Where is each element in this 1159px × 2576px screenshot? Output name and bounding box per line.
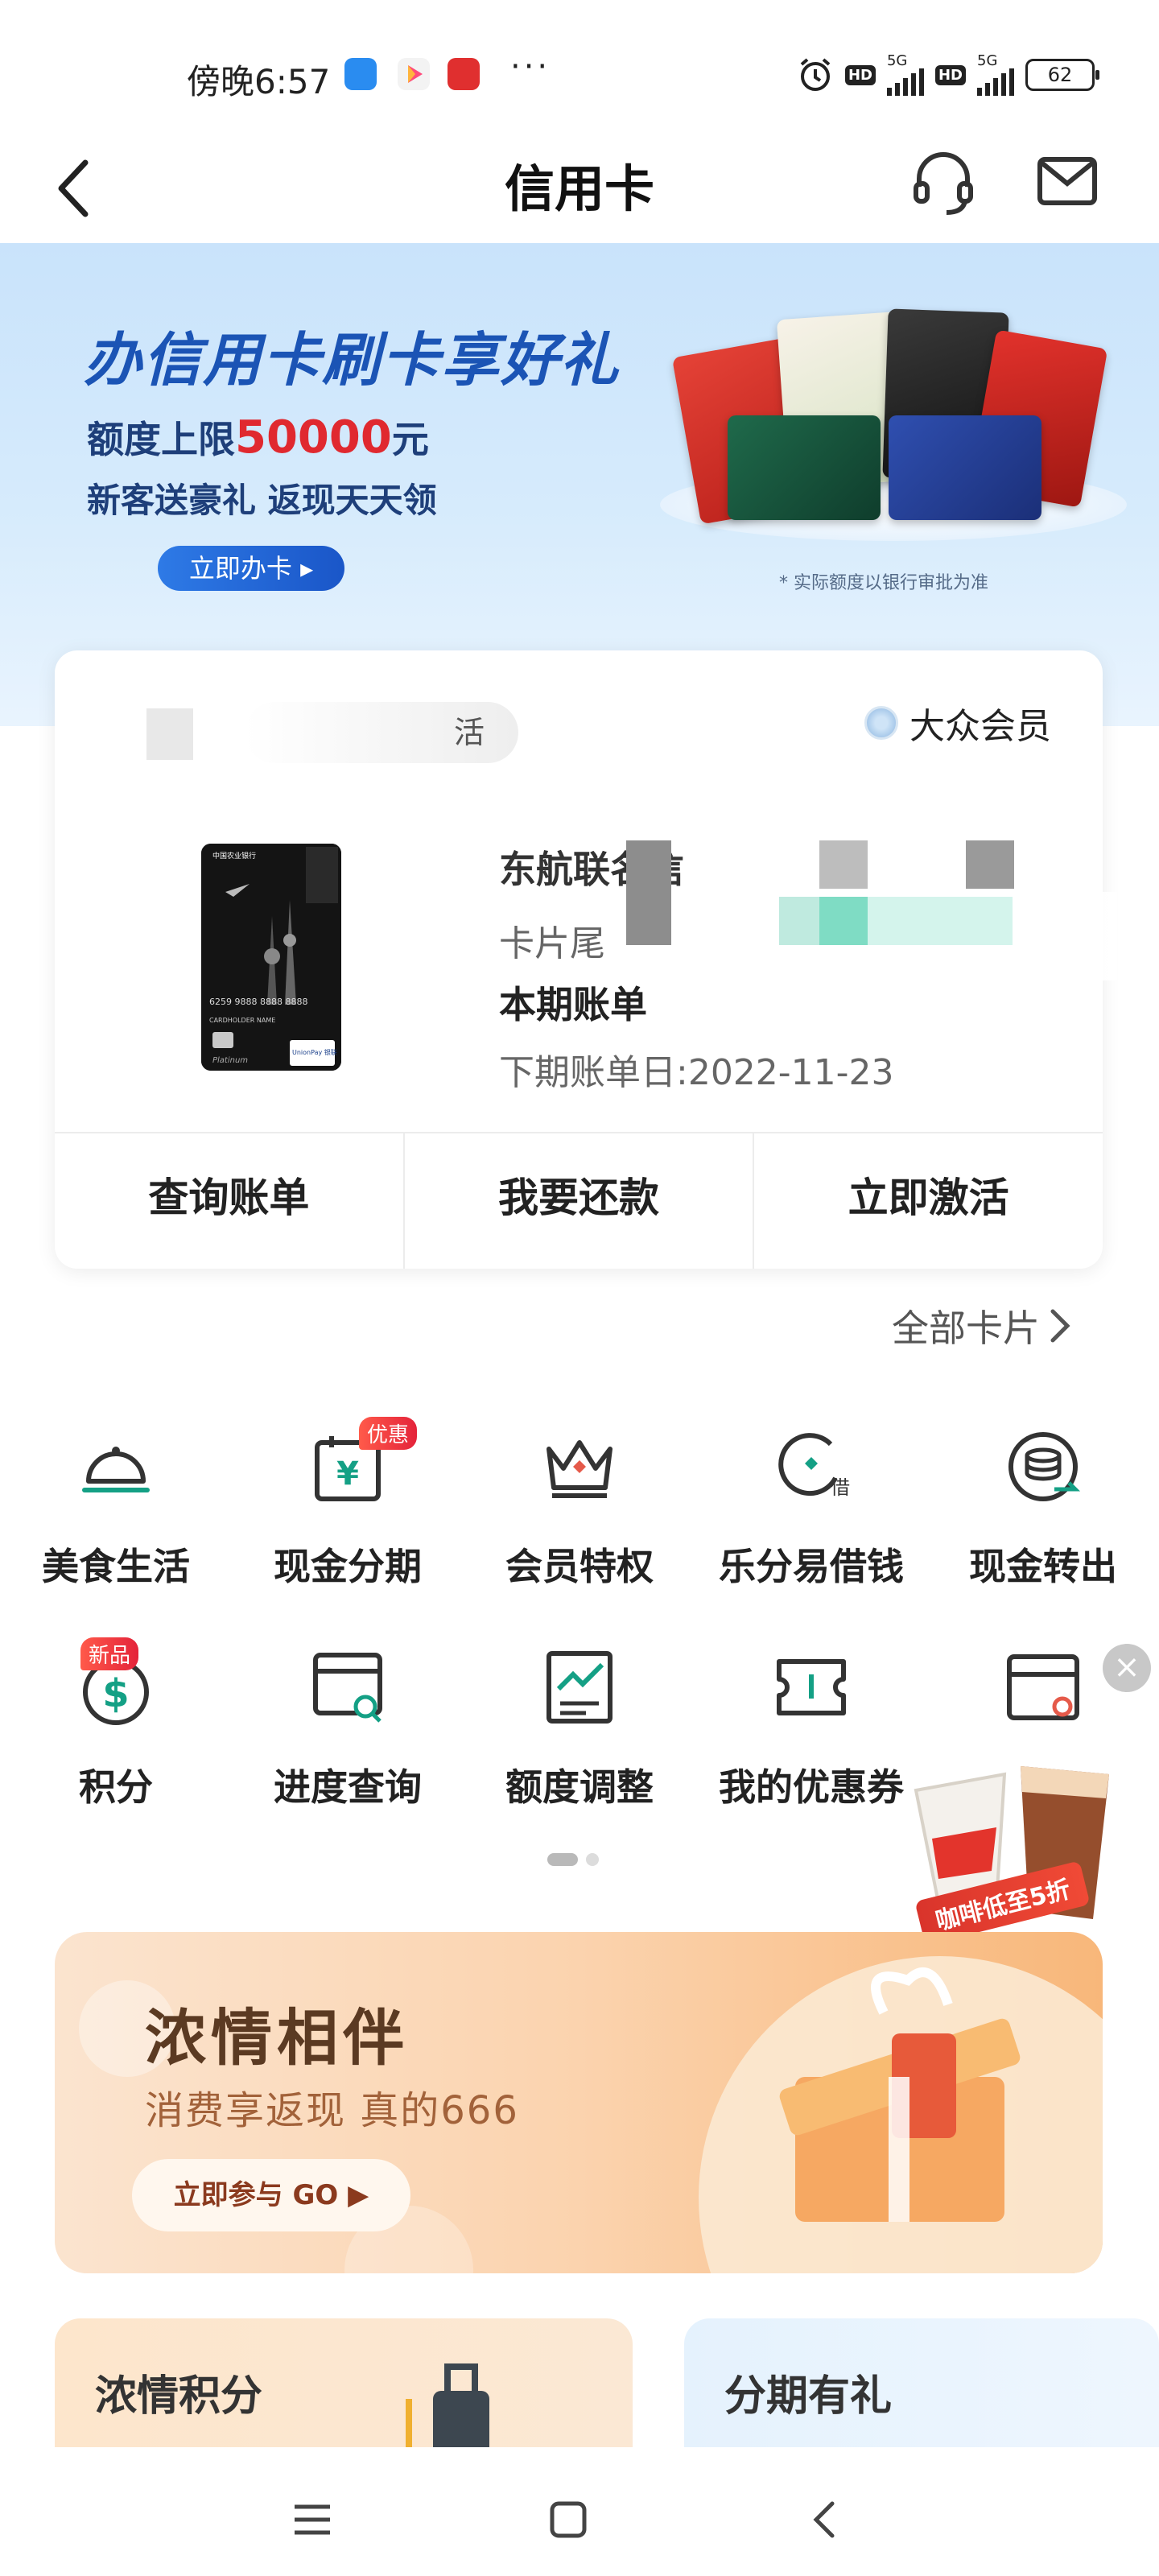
credit-card-image[interactable]: 中国农业银行 6259 9888 8888 8888 CARDHOLDER NA… bbox=[201, 844, 341, 1071]
video-app-icon bbox=[398, 58, 430, 90]
service-progress-query[interactable]: 进度查询 bbox=[232, 1642, 464, 1860]
diamond-icon bbox=[864, 706, 898, 740]
back-icon[interactable] bbox=[802, 2496, 850, 2544]
account-card: 活 大众会员 中国农业银行 6259 9888 8888 8888 CARDHO… bbox=[55, 650, 1117, 1269]
signal-2: 5G bbox=[977, 54, 1014, 96]
service-my-coupons[interactable]: 我的优惠券 bbox=[695, 1642, 927, 1860]
signal-bars-icon bbox=[886, 68, 924, 96]
svg-text:Platinum: Platinum bbox=[212, 1056, 248, 1065]
banner-limit: 额度上限50000元 bbox=[87, 411, 429, 464]
luggage-icon bbox=[406, 2363, 489, 2447]
card-tail-number: 卡片尾 bbox=[499, 923, 605, 964]
current-bill: 本期账单 bbox=[499, 983, 647, 1026]
mail-icon[interactable] bbox=[1035, 151, 1099, 211]
page-title: 信用卡 bbox=[504, 159, 654, 218]
next-bill-date: 下期账单日:2022-11-23 bbox=[499, 1052, 894, 1093]
query-bill-button[interactable]: 查询账单 bbox=[55, 1133, 403, 1269]
customer-service-icon[interactable] bbox=[909, 148, 977, 216]
account-actions: 查询账单 我要还款 立即激活 bbox=[55, 1132, 1103, 1269]
news-app-icon bbox=[448, 58, 480, 90]
svg-text:UnionPay 银联: UnionPay 银联 bbox=[292, 1048, 337, 1056]
loan-icon: 借 bbox=[778, 1433, 850, 1499]
promo-card[interactable]: 浓情相伴 消费享返现 真的666 立即参与 GO ▶ bbox=[55, 1932, 1103, 2273]
signal-1: 5G bbox=[886, 54, 924, 96]
coupon-icon bbox=[777, 1659, 846, 1715]
service-limit-adjust[interactable]: 额度调整 bbox=[464, 1642, 695, 1860]
page-dot-active bbox=[547, 1853, 578, 1866]
privacy-mosaic bbox=[626, 840, 671, 945]
promo-title: 浓情相伴 bbox=[145, 2002, 409, 2074]
status-right: HD 5G HD 5G 62 bbox=[797, 54, 1099, 96]
points-mini-card[interactable]: 浓情积分 bbox=[55, 2318, 633, 2447]
limit-adjust-icon bbox=[547, 1651, 612, 1724]
new-product-badge: 新品 bbox=[80, 1637, 139, 1670]
cloud-app-icon bbox=[344, 58, 377, 90]
progress-search-icon bbox=[313, 1653, 382, 1723]
page-indicator bbox=[547, 1853, 599, 1866]
page-dot bbox=[586, 1853, 599, 1866]
privacy-mosaic bbox=[819, 897, 868, 945]
banner-subtitle: 新客送豪礼 返现天天领 bbox=[87, 481, 437, 520]
mini-card-title: 浓情积分 bbox=[95, 2372, 263, 2421]
service-cash-transfer[interactable]: 现金转出 bbox=[927, 1422, 1159, 1639]
coins-transfer-icon bbox=[1008, 1432, 1081, 1501]
crown-icon bbox=[547, 1440, 612, 1498]
privacy-mosaic bbox=[819, 840, 868, 889]
svg-text:$: $ bbox=[102, 1671, 129, 1716]
service-easy-loan[interactable]: 借 乐分易借钱 bbox=[695, 1422, 927, 1639]
member-level-label: 大众会员 bbox=[909, 706, 1051, 747]
svg-text:6259 9888 8888 8888: 6259 9888 8888 8888 bbox=[209, 997, 307, 1007]
svg-text:借: 借 bbox=[831, 1476, 850, 1499]
installment-mini-card[interactable]: 分期有礼 bbox=[684, 2318, 1159, 2447]
alarm-icon bbox=[800, 58, 831, 91]
status-more: ··· bbox=[510, 48, 551, 85]
privacy-mosaic bbox=[868, 897, 1013, 945]
service-grid-row-1: 美食生活 ¥ 优惠 现金分期 会员特权 借 乐分易借钱 现金转出 bbox=[0, 1417, 1159, 1639]
all-cards-label: 全部卡片 bbox=[892, 1307, 1040, 1350]
svg-text:中国农业银行: 中国农业银行 bbox=[212, 851, 256, 861]
close-ad-button[interactable]: × bbox=[1103, 1644, 1151, 1692]
card-status-chip[interactable]: 活 bbox=[245, 702, 518, 763]
status-bar: 傍晚6:57 ··· HD 5G HD 5G 62 bbox=[0, 0, 1159, 121]
chevron-right-icon bbox=[1050, 1309, 1070, 1343]
hd-badge-1: HD bbox=[844, 64, 876, 85]
service-food-life[interactable]: 美食生活 bbox=[0, 1422, 232, 1639]
promo-subtitle: 消费享返现 真的666 bbox=[145, 2088, 519, 2133]
nav-bar: 信用卡 bbox=[0, 121, 1159, 242]
signal-bars-icon bbox=[977, 68, 1014, 96]
privacy-mosaic bbox=[966, 840, 1014, 889]
svg-text:CARDHOLDER NAME: CARDHOLDER NAME bbox=[209, 1017, 275, 1024]
service-cash-installment[interactable]: ¥ 优惠 现金分期 bbox=[232, 1417, 464, 1639]
battery-indicator: 62 bbox=[1025, 59, 1099, 91]
all-cards-link[interactable]: 全部卡片 bbox=[892, 1299, 1072, 1352]
status-time: 傍晚6:57 bbox=[187, 62, 331, 101]
activate-button[interactable]: 立即激活 bbox=[753, 1133, 1103, 1269]
member-level[interactable]: 大众会员 bbox=[864, 697, 1051, 749]
banner-note: * 实际额度以银行审批为准 bbox=[779, 573, 988, 593]
masked-name bbox=[146, 708, 193, 760]
menu-icon[interactable] bbox=[288, 2496, 336, 2544]
apply-card-button[interactable]: 立即办卡 ▸ bbox=[158, 546, 344, 591]
join-go-button[interactable]: 立即参与 GO ▶ bbox=[132, 2159, 410, 2231]
service-points[interactable]: $ 新品 积分 bbox=[0, 1637, 232, 1860]
hd-badge-2: HD bbox=[934, 64, 966, 85]
banner-title: 办信用卡刷卡享好礼 bbox=[84, 326, 621, 394]
discount-badge: 优惠 bbox=[359, 1417, 418, 1450]
banner-card-image bbox=[889, 415, 1041, 520]
banner-card-image bbox=[728, 415, 881, 520]
card-settings-icon bbox=[1007, 1654, 1079, 1720]
food-cloche-icon bbox=[82, 1447, 150, 1492]
home-icon[interactable] bbox=[544, 2496, 592, 2544]
mini-card-title: 分期有礼 bbox=[724, 2372, 893, 2421]
service-member-privilege[interactable]: 会员特权 bbox=[464, 1422, 695, 1639]
system-nav-bar bbox=[0, 2447, 1159, 2576]
svg-text:¥: ¥ bbox=[336, 1455, 359, 1492]
repay-button[interactable]: 我要还款 bbox=[402, 1133, 753, 1269]
